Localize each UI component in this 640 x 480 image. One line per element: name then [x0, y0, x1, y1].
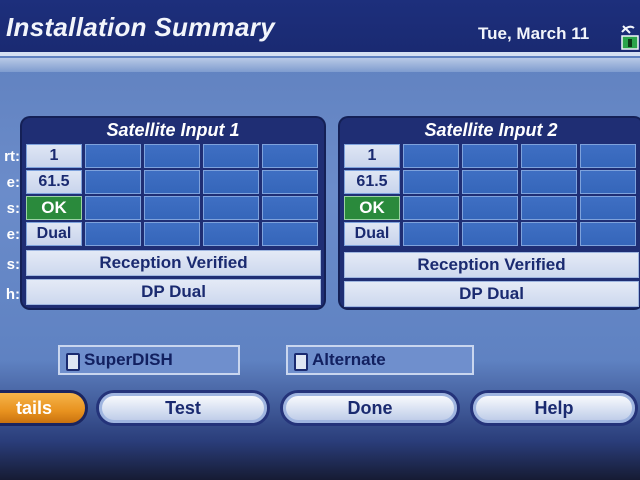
empty-cell [203, 144, 259, 168]
superdish-checkbox[interactable]: SuperDISH [58, 345, 240, 375]
header-bar: Installation Summary Tue, March 11 [0, 0, 640, 56]
panel-title: Satellite Input 2 [424, 120, 558, 140]
empty-cell [262, 222, 318, 246]
alternate-checkbox[interactable]: Alternate [286, 345, 474, 375]
port-cell: 1 [344, 144, 400, 168]
panel-title: Satellite Input 1 [106, 120, 240, 140]
row-label-port: rt: [4, 148, 20, 165]
empty-cell [85, 144, 141, 168]
empty-cell [462, 196, 518, 220]
checkbox-label: SuperDISH [84, 350, 173, 369]
empty-cell [521, 196, 577, 220]
reception-status: Reception Verified [26, 250, 321, 276]
empty-cell [580, 222, 636, 246]
satellite-input-1-panel: Satellite Input 1 1 61.5 OK Dual Recepti… [22, 118, 324, 308]
empty-cell [203, 196, 259, 220]
type-cell: Dual [26, 222, 82, 246]
empty-cell [85, 222, 141, 246]
empty-cell [403, 170, 459, 194]
checkbox-label: Alternate [312, 350, 386, 369]
row-label-switch: h: [5, 286, 20, 303]
empty-cell [144, 196, 200, 220]
switch-type: DP Dual [26, 279, 321, 305]
empty-cell [462, 222, 518, 246]
empty-cell [521, 170, 577, 194]
table-row: OK [26, 196, 318, 220]
empty-cell [262, 144, 318, 168]
table-row: OK [344, 196, 636, 220]
empty-cell [144, 144, 200, 168]
empty-cell [85, 170, 141, 194]
empty-cell [85, 196, 141, 220]
empty-cell [403, 144, 459, 168]
empty-cell [462, 170, 518, 194]
page-title: Installation Summary [6, 12, 275, 42]
screen-background: Installation Summary Tue, March 11 rt: e… [0, 0, 640, 480]
details-button[interactable]: tails [0, 390, 88, 426]
switch-type: DP Dual [344, 281, 639, 307]
date-display: Tue, March 11 [478, 24, 590, 43]
row-label-status: s: [6, 200, 20, 217]
empty-cell [521, 222, 577, 246]
empty-cell [580, 196, 636, 220]
status-badge: OK [26, 196, 82, 220]
empty-cell [144, 222, 200, 246]
done-button[interactable]: Done [280, 390, 460, 426]
orbital-cell: 61.5 [26, 170, 82, 194]
orbital-cell: 61.5 [344, 170, 400, 194]
row-label-type: e: [6, 226, 20, 243]
checkbox-icon [66, 353, 80, 371]
satellite-input-2-panel: Satellite Input 2 1 61.5 OK Dual Recepti… [340, 118, 640, 308]
empty-cell [403, 222, 459, 246]
type-cell: Dual [344, 222, 400, 246]
satellite-dish-icon [621, 25, 639, 50]
empty-cell [203, 170, 259, 194]
table-row: 1 [26, 144, 318, 168]
checkbox-icon [294, 353, 308, 371]
input-grid: 1 61.5 OK Dual [26, 144, 318, 246]
table-row: 61.5 [344, 170, 636, 194]
table-row: Dual [344, 222, 636, 246]
table-row: 1 [344, 144, 636, 168]
row-label-reception: s: [6, 256, 20, 273]
row-label-orbital: e: [6, 174, 20, 191]
table-row: 61.5 [26, 170, 318, 194]
empty-cell [580, 144, 636, 168]
header-underline-band [0, 58, 640, 72]
empty-cell [144, 170, 200, 194]
port-cell: 1 [26, 144, 82, 168]
table-row: Dual [26, 222, 318, 246]
empty-cell [462, 144, 518, 168]
input-grid: 1 61.5 OK Dual [344, 144, 636, 246]
empty-cell [521, 144, 577, 168]
reception-status: Reception Verified [344, 252, 639, 278]
status-badge: OK [344, 196, 400, 220]
empty-cell [403, 196, 459, 220]
empty-cell [580, 170, 636, 194]
empty-cell [262, 170, 318, 194]
empty-cell [262, 196, 318, 220]
test-button[interactable]: Test [96, 390, 270, 426]
help-button[interactable]: Help [470, 390, 638, 426]
empty-cell [203, 222, 259, 246]
